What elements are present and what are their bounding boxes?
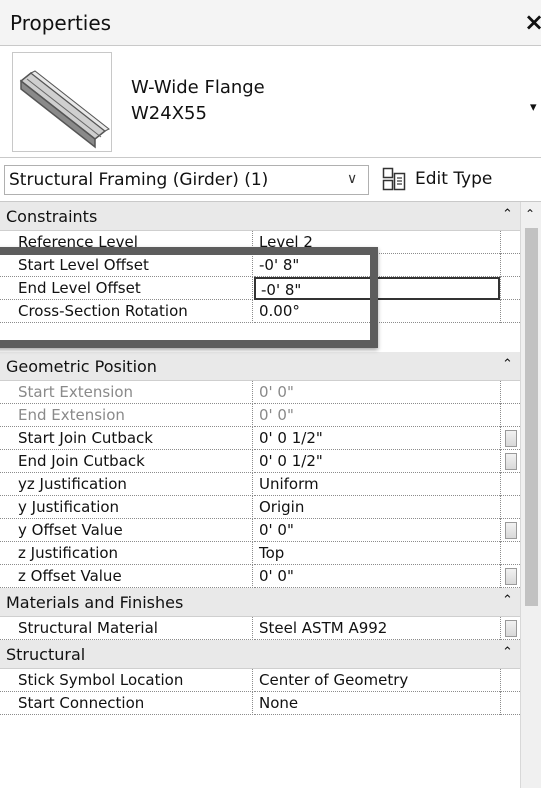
palette-title-bar: Properties × bbox=[0, 0, 541, 46]
group-title: Materials and Finishes bbox=[6, 593, 184, 612]
property-value[interactable]: 0' 0 1/2" bbox=[254, 427, 500, 450]
property-row-yz-justification[interactable]: yz Justification Uniform bbox=[0, 473, 520, 496]
property-name: Cross-Section Rotation bbox=[0, 300, 253, 323]
property-row-start-join-cutback[interactable]: Start Join Cutback 0' 0 1/2" bbox=[0, 427, 520, 450]
property-name: End Level Offset bbox=[0, 277, 253, 300]
property-name: End Join Cutback bbox=[0, 450, 253, 473]
edit-type-button[interactable]: Edit Type bbox=[382, 165, 541, 195]
collapse-icon[interactable]: ⌃ bbox=[502, 645, 513, 660]
property-row-start-level-offset[interactable]: Start Level Offset -0' 8" bbox=[0, 254, 520, 277]
scrollbar-thumb[interactable] bbox=[525, 228, 538, 606]
property-name: Stick Symbol Location bbox=[0, 669, 253, 692]
property-name: Structural Material bbox=[0, 617, 253, 640]
property-name: Reference Level bbox=[0, 231, 253, 254]
property-value[interactable]: Level 2 bbox=[254, 231, 500, 254]
property-value: 0' 0" bbox=[254, 404, 500, 427]
group-title: Constraints bbox=[6, 207, 98, 226]
property-value[interactable]: Uniform bbox=[254, 473, 500, 496]
property-value[interactable]: -0' 8" bbox=[254, 254, 500, 277]
collapse-icon[interactable]: ⌃ bbox=[502, 593, 513, 608]
property-value[interactable]: Steel ASTM A992 bbox=[254, 617, 500, 640]
palette-title: Properties bbox=[10, 11, 112, 35]
associate-parameter-button[interactable] bbox=[505, 568, 517, 585]
i-beam-thumbnail-icon bbox=[12, 52, 112, 152]
property-row-y-justification[interactable]: y Justification Origin bbox=[0, 496, 520, 519]
group-title: Structural bbox=[6, 645, 86, 664]
group-geometric-position[interactable]: Geometric Position ⌃ bbox=[0, 352, 520, 381]
chevron-down-icon[interactable]: ∨ bbox=[347, 171, 357, 187]
property-name: Start Level Offset bbox=[0, 254, 253, 277]
category-filter-dropdown[interactable]: Structural Framing (Girder) (1) ∨ bbox=[4, 165, 369, 195]
property-row-reference-level[interactable]: Reference Level Level 2 bbox=[0, 231, 520, 254]
type-dropdown-icon[interactable]: ▾ bbox=[530, 100, 537, 115]
property-row-z-offset-value[interactable]: z Offset Value 0' 0" bbox=[0, 565, 520, 588]
property-name: Start Join Cutback bbox=[0, 427, 253, 450]
property-row-cross-section-rotation[interactable]: Cross-Section Rotation 0.00° bbox=[0, 300, 520, 323]
scroll-up-icon[interactable]: ⌃ bbox=[525, 207, 535, 221]
property-value-input[interactable]: -0' 8" bbox=[254, 277, 500, 300]
property-value[interactable]: Center of Geometry bbox=[254, 669, 500, 692]
properties-palette: Properties × W-Wide Flange W24X55 ▾ Stru… bbox=[0, 0, 541, 788]
property-row-stick-symbol-location[interactable]: Stick Symbol Location Center of Geometry bbox=[0, 669, 520, 692]
property-value[interactable]: Origin bbox=[254, 496, 500, 519]
property-name: Start Connection bbox=[0, 692, 253, 715]
group-materials-and-finishes[interactable]: Materials and Finishes ⌃ bbox=[0, 588, 520, 617]
property-row-structural-material[interactable]: Structural Material Steel ASTM A992 bbox=[0, 617, 520, 640]
property-name: z Offset Value bbox=[0, 565, 253, 588]
associate-parameter-button[interactable] bbox=[505, 430, 517, 447]
type-family-name: W-Wide Flange bbox=[131, 77, 265, 98]
collapse-icon[interactable]: ⌃ bbox=[502, 207, 513, 222]
group-structural[interactable]: Structural ⌃ bbox=[0, 640, 520, 669]
property-name: End Extension bbox=[0, 404, 253, 427]
property-value[interactable]: 0' 0" bbox=[254, 519, 500, 542]
type-name: W24X55 bbox=[131, 103, 207, 124]
property-row-z-justification[interactable]: z Justification Top bbox=[0, 542, 520, 565]
associate-parameter-button[interactable] bbox=[505, 522, 517, 539]
property-row-start-connection[interactable]: Start Connection None bbox=[0, 692, 520, 715]
property-name: yz Justification bbox=[0, 473, 253, 496]
property-name: y Offset Value bbox=[0, 519, 253, 542]
property-row-start-extension: Start Extension 0' 0" bbox=[0, 381, 520, 404]
type-selector[interactable]: W-Wide Flange W24X55 ▾ bbox=[0, 46, 541, 158]
property-value[interactable]: None bbox=[254, 692, 500, 715]
category-filter-label: Structural Framing (Girder) (1) bbox=[9, 170, 269, 190]
property-row-y-offset-value[interactable]: y Offset Value 0' 0" bbox=[0, 519, 520, 542]
edit-type-label: Edit Type bbox=[415, 169, 493, 189]
property-value: 0' 0" bbox=[254, 381, 500, 404]
property-row-end-level-offset[interactable]: End Level Offset -0' 8" bbox=[0, 277, 520, 300]
property-name: y Justification bbox=[0, 496, 253, 519]
property-row-end-extension: End Extension 0' 0" bbox=[0, 404, 520, 427]
associate-parameter-button[interactable] bbox=[505, 453, 517, 470]
property-value[interactable]: 0' 0 1/2" bbox=[254, 450, 500, 473]
collapse-icon[interactable]: ⌃ bbox=[502, 357, 513, 372]
edit-type-icon bbox=[382, 167, 406, 191]
property-name: z Justification bbox=[0, 542, 253, 565]
group-constraints[interactable]: Constraints ⌃ bbox=[0, 202, 520, 231]
group-title: Geometric Position bbox=[6, 357, 157, 376]
property-value[interactable]: 0' 0" bbox=[254, 565, 500, 588]
property-value[interactable]: Top bbox=[254, 542, 500, 565]
property-value[interactable]: 0.00° bbox=[254, 300, 500, 323]
property-name: Start Extension bbox=[0, 381, 253, 404]
properties-grid: Constraints ⌃ Reference Level Level 2 St… bbox=[0, 202, 520, 788]
close-icon[interactable]: × bbox=[524, 8, 541, 36]
vertical-scrollbar[interactable]: ⌃ bbox=[520, 202, 541, 788]
instance-filter-row: Structural Framing (Girder) (1) ∨ Edit T… bbox=[0, 158, 541, 202]
property-row-end-join-cutback[interactable]: End Join Cutback 0' 0 1/2" bbox=[0, 450, 520, 473]
associate-parameter-button[interactable] bbox=[505, 620, 517, 637]
